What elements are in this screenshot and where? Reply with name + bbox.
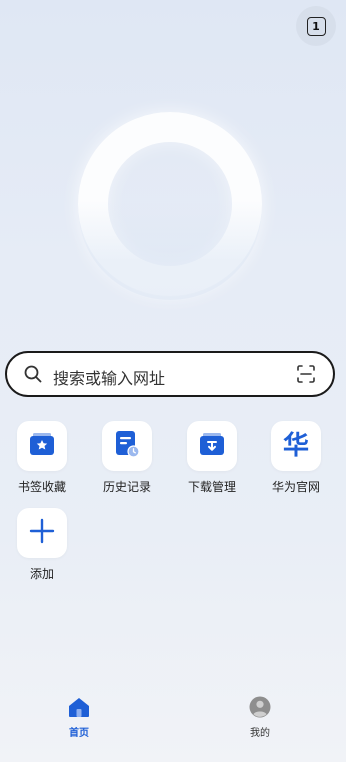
shortcut-huawei-site[interactable]: 华 华为官网 <box>266 421 326 495</box>
search-icon <box>24 365 42 387</box>
nav-item-profile[interactable]: 我的 <box>230 696 290 739</box>
history-document-icon <box>114 430 140 462</box>
shortcut-bookmarks[interactable]: 书签收藏 <box>12 421 72 495</box>
profile-avatar-icon <box>249 696 271 722</box>
home-icon <box>68 698 90 722</box>
shortcut-downloads[interactable]: 下载管理 <box>182 421 242 495</box>
huawei-hua-icon: 华 <box>282 431 309 461</box>
search-input[interactable]: 搜索或输入网址 <box>53 365 165 389</box>
bottom-navigation: 首页 我的 <box>0 690 346 762</box>
scan-icon[interactable] <box>297 365 315 387</box>
search-bar[interactable]: 搜索或输入网址 <box>5 351 335 397</box>
shortcut-label: 下载管理 <box>187 480 236 494</box>
shortcut-label: 历史记录 <box>102 480 151 494</box>
shortcut-add[interactable]: 添加 <box>12 508 72 582</box>
shortcut-history[interactable]: 历史记录 <box>97 421 157 495</box>
nav-label-home: 首页 <box>69 728 89 739</box>
shortcut-label: 添加 <box>29 567 54 581</box>
nav-item-home[interactable]: 首页 <box>49 696 109 739</box>
nav-label-profile: 我的 <box>250 728 270 739</box>
shortcut-label: 书签收藏 <box>17 480 66 494</box>
tab-count: 1 <box>306 16 326 36</box>
decorative-ring-reflection <box>78 200 262 300</box>
tab-switcher-button[interactable]: 1 <box>296 6 336 46</box>
shortcut-label: 华为官网 <box>271 480 320 494</box>
bookmark-star-icon <box>29 431 55 461</box>
download-box-icon <box>199 431 225 461</box>
plus-icon <box>29 518 55 548</box>
